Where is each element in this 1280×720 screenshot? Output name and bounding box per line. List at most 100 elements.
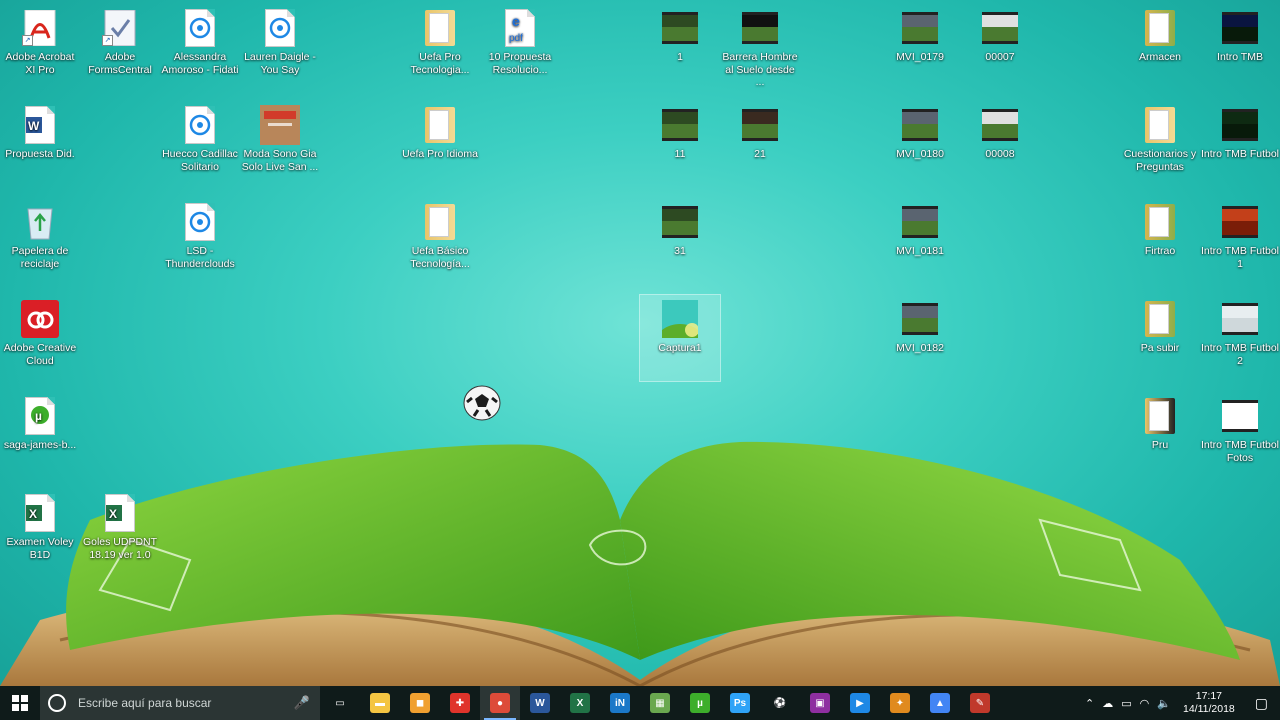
desktop-icon[interactable]: 11: [640, 101, 720, 187]
start-button[interactable]: [0, 686, 40, 720]
desktop-icon[interactable]: Firtrao: [1120, 198, 1200, 284]
system-tray: ⌃ ☁ ▭ ◠ 🔈 17:17 14/11/2018 ▢: [1081, 686, 1280, 720]
taskbar-word-button[interactable]: W: [520, 686, 560, 720]
desktop-icon-glyph: [20, 202, 60, 242]
taskbar-photoshop-button[interactable]: Ps: [720, 686, 760, 720]
desktop-icon[interactable]: Intro TMB: [1200, 4, 1280, 90]
desktop-icon[interactable]: X Examen Voley B1D: [0, 489, 80, 575]
video-thumbnail-icon: [982, 12, 1018, 44]
desktop-icon[interactable]: Papelera de reciclaje: [0, 198, 80, 284]
desktop-icon-label: 00007: [985, 51, 1015, 63]
desktop-icon[interactable]: 21: [720, 101, 800, 187]
desktop-icon-label: Lauren Daigle - You Say: [244, 51, 316, 76]
desktop-icon-label: Alessandra Amoroso - Fidati: [161, 51, 239, 76]
creative-cloud-icon: [21, 300, 59, 338]
desktop-icon-label: Captura1: [658, 342, 702, 354]
desktop-icon[interactable]: Alessandra Amoroso - Fidati: [160, 4, 240, 90]
desktop-icon[interactable]: ↗ Adobe FormsCentral: [80, 4, 160, 90]
svg-text:pdf: pdf: [509, 33, 523, 44]
taskbar-calculator-app-button[interactable]: ▦: [640, 686, 680, 720]
taskbar-file-explorer-button[interactable]: ▬: [360, 686, 400, 720]
desktop-icon[interactable]: 00007: [960, 4, 1040, 90]
onedrive-icon[interactable]: ☁: [1098, 697, 1117, 710]
desktop-icon-label: Examen Voley B1D: [6, 536, 74, 561]
desktop-icon[interactable]: 1: [640, 4, 720, 90]
desktop-icon[interactable]: Lauren Daigle - You Say: [240, 4, 320, 90]
taskbar-gift-app-button[interactable]: ✚: [440, 686, 480, 720]
taskbar-soccer-app-button[interactable]: ⚽: [760, 686, 800, 720]
desktop-icon-glyph: [740, 8, 780, 48]
desktop-icon-glyph: W: [20, 105, 60, 145]
excel-document-icon: X: [105, 494, 135, 532]
desktop-icon[interactable]: Pru: [1120, 392, 1200, 478]
desktop-icon[interactable]: MVI_0181: [880, 198, 960, 284]
network-icon[interactable]: ▭: [1117, 697, 1135, 710]
taskbar-task-view-button[interactable]: ▭: [320, 686, 360, 720]
desktop-icon[interactable]: µ saga-james-b...: [0, 392, 80, 478]
taskbar: Escribe aquí para buscar 🎤 ▭ ▬ ◼ ✚ ● W XiN ▦ µ Ps…: [0, 686, 1280, 720]
desktop-icon[interactable]: X Goles UDPDNT 18.19 ver 1.0: [80, 489, 160, 575]
desktop-icon[interactable]: W Propuesta Did.: [0, 101, 80, 187]
desktop-icon[interactable]: ↗ Adobe Acrobat XI Pro: [0, 4, 80, 90]
desktop-icon-label: MVI_0180: [896, 148, 944, 160]
desktop-icon[interactable]: 00008: [960, 101, 1040, 187]
taskbar-utorrent-button[interactable]: µ: [680, 686, 720, 720]
desktop-icon[interactable]: MVI_0179: [880, 4, 960, 90]
desktop-icon[interactable]: Moda Sono Gia Solo Live San ...: [240, 101, 320, 187]
taskbar-video-player-button[interactable]: ▶: [840, 686, 880, 720]
chevron-up-icon[interactable]: ⌃: [1081, 697, 1098, 710]
video-thumbnail-icon: [742, 12, 778, 44]
desktop-icon-glyph: [420, 8, 460, 48]
desktop-icon[interactable]: Uefa Básico Tecnología...: [400, 198, 480, 284]
desktop-icon[interactable]: Intro TMB Futbol Fotos: [1200, 392, 1280, 478]
desktop-icon[interactable]: Captura1: [639, 294, 721, 382]
video-thumbnail-icon: [662, 12, 698, 44]
taskbar-inb-app-button[interactable]: iN: [600, 686, 640, 720]
desktop-icon[interactable]: Armacen: [1120, 4, 1200, 90]
taskbar-drive-app-button[interactable]: ▲: [920, 686, 960, 720]
desktop-icon[interactable]: Pa subir: [1120, 295, 1200, 381]
desktop-icon[interactable]: Huecco Cadillac Solitario: [160, 101, 240, 187]
desktop-icon-label: Propuesta Did.: [5, 148, 75, 160]
taskbar-paint-app-button[interactable]: ✦: [880, 686, 920, 720]
desktop-icon[interactable]: MVI_0180: [880, 101, 960, 187]
wifi-icon[interactable]: ◠: [1136, 697, 1154, 710]
svg-text:e: e: [512, 13, 520, 29]
desktop-icon[interactable]: Cuestionarios y Preguntas: [1120, 101, 1200, 187]
desktop-icon[interactable]: Intro TMB Futbol 1: [1200, 198, 1280, 284]
desktop-icon[interactable]: Uefa Pro Idioma: [400, 101, 480, 187]
taskbar-chrome-button[interactable]: ●: [480, 686, 520, 720]
desktop-icon-glyph: [740, 105, 780, 145]
desktop-icon-label: Moda Sono Gia Solo Live San ...: [241, 148, 319, 173]
search-box[interactable]: Escribe aquí para buscar 🎤: [40, 686, 320, 720]
taskbar-store-button[interactable]: ◼: [400, 686, 440, 720]
microphone-icon[interactable]: 🎤: [294, 695, 310, 711]
svg-text:X: X: [29, 507, 37, 521]
desktop-icon[interactable]: LSD - Thunderclouds: [160, 198, 240, 284]
video-thumbnail-icon: [902, 109, 938, 141]
desktop-icon[interactable]: 31: [640, 198, 720, 284]
file-explorer-icon: ▬: [370, 693, 390, 713]
taskbar-tool-app-button[interactable]: ✎: [960, 686, 1000, 720]
desktop-icon-label: Pa subir: [1140, 342, 1180, 354]
desktop-icon[interactable]: Intro TMB Futbol: [1200, 101, 1280, 187]
desktop-icon-glyph: X: [20, 493, 60, 533]
volume-icon[interactable]: 🔈: [1153, 697, 1175, 710]
desktop-icon-glyph: ↗: [20, 8, 60, 48]
desktop-icon-label: Goles UDPDNT 18.19 ver 1.0: [82, 536, 158, 561]
desktop-icon[interactable]: Intro TMB Futbol 2: [1200, 295, 1280, 381]
desktop-icon[interactable]: MVI_0182: [880, 295, 960, 381]
desktop-icon[interactable]: Uefa Pro Tecnologia...: [400, 4, 480, 90]
desktop-icon-glyph: [900, 202, 940, 242]
desktop-icon-glyph: [1140, 299, 1180, 339]
desktop-icon[interactable]: e pdf 10 Propuesta Resolucio...: [480, 4, 560, 90]
inb-app-icon: iN: [610, 693, 630, 713]
desktop-icon[interactable]: Barrera Hombre al Suelo desde ...: [720, 4, 800, 90]
desktop-icon-label: Uefa Básico Tecnología...: [410, 245, 470, 270]
svg-text:X: X: [109, 507, 117, 521]
taskbar-media-app-button[interactable]: ▣: [800, 686, 840, 720]
notifications-icon[interactable]: ▢: [1243, 695, 1280, 712]
desktop-icon[interactable]: Adobe Creative Cloud: [0, 295, 80, 381]
taskbar-excel-button[interactable]: X: [560, 686, 600, 720]
clock[interactable]: 17:17 14/11/2018: [1175, 690, 1243, 716]
